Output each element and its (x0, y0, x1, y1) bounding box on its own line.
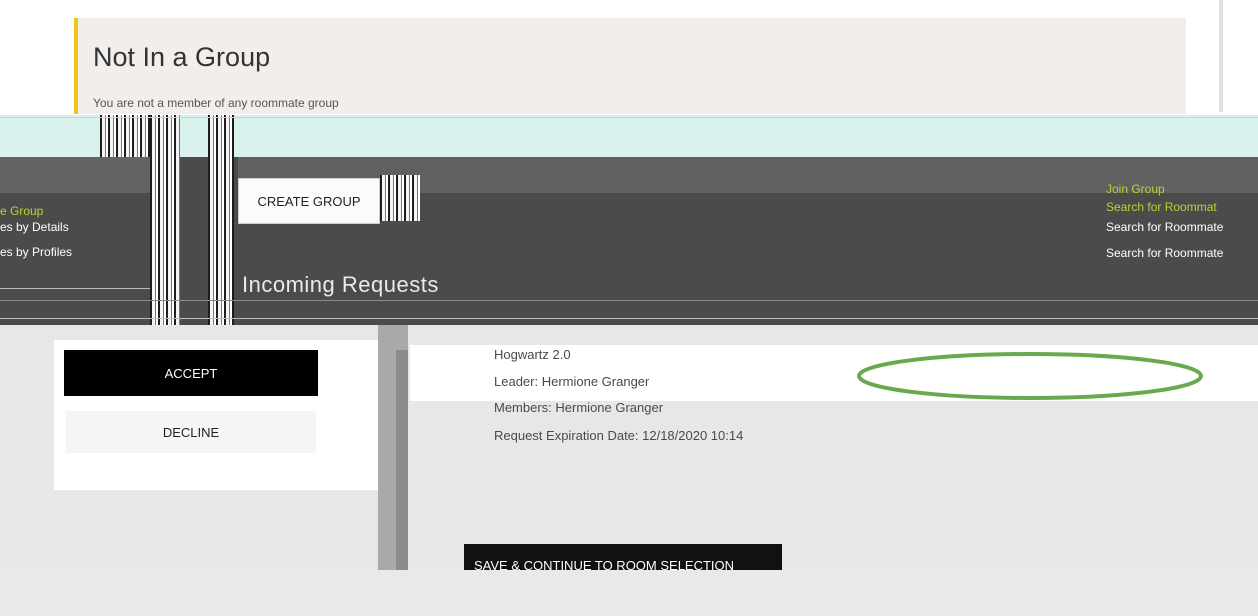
accept-button[interactable]: ACCEPT (64, 350, 318, 396)
render-artifact (150, 115, 180, 345)
request-expiration: Request Expiration Date: 12/18/2020 10:1… (494, 428, 744, 443)
right-frame-edge (1219, 0, 1223, 112)
save-and-continue-button[interactable]: SAVE & CONTINUE TO ROOM SELECTION (464, 544, 782, 570)
render-artifact (100, 115, 154, 157)
render-artifact (380, 175, 420, 221)
artifact-line (0, 117, 1258, 118)
mint-band (0, 115, 1258, 159)
footer-area (0, 570, 1258, 616)
sidebar-link-create-group[interactable]: e Group (0, 204, 43, 218)
panel-divider (396, 350, 408, 570)
incoming-requests-heading: Incoming Requests (242, 272, 439, 297)
notice-accent-bar (74, 18, 78, 114)
decline-button[interactable]: DECLINE (66, 411, 316, 453)
request-group-name: Hogwartz 2.0 (494, 347, 571, 362)
sidebar-link-search-roommates-details[interactable]: Search for Roommate (1106, 220, 1223, 234)
sidebar-link-search-roommates[interactable]: Search for Roommat (1106, 200, 1217, 214)
request-members: Members: Hermione Granger (494, 400, 664, 415)
artifact-line (0, 288, 150, 289)
create-group-button[interactable]: CREATE GROUP (238, 178, 380, 224)
notice-body: You are not a member of any roommate gro… (93, 96, 339, 110)
artifact-line (0, 300, 1258, 301)
render-artifact (208, 115, 234, 345)
dark-band-left (0, 157, 150, 193)
notice-title: Not In a Group (93, 42, 271, 72)
artifact-line (0, 318, 1258, 319)
request-leader: Leader: Hermione Granger (494, 374, 650, 389)
sidebar-link-roommates-by-details[interactable]: es by Details (0, 220, 69, 234)
sidebar-link-roommates-by-profiles[interactable]: es by Profiles (0, 245, 72, 259)
highlight-annotation-ellipse (857, 352, 1203, 400)
sidebar-link-search-roommates-profiles[interactable]: Search for Roommate (1106, 246, 1223, 260)
sidebar-link-join-group[interactable]: Join Group (1106, 182, 1165, 196)
